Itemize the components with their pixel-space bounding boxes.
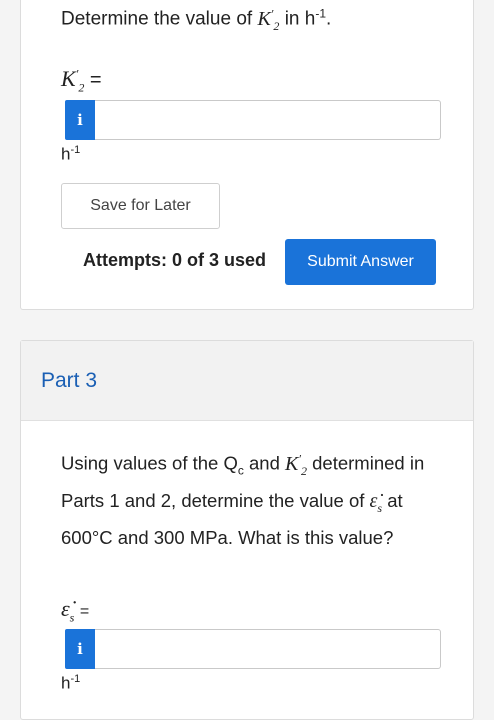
question-end: . (326, 8, 332, 30)
strain-rate-answer-input[interactable] (95, 629, 441, 669)
k2-equation-label: K′2 = (61, 66, 102, 95)
k2-prime-symbol: K′2 (257, 6, 280, 33)
unit-exp: -1 (70, 673, 81, 685)
q-text-b: and (249, 452, 280, 474)
equals-sign: = (89, 69, 102, 91)
part2-card: Determine the value of K′2 in h-1. K′2 =… (20, 0, 474, 310)
q-text-a: Using values of the Q (61, 452, 238, 474)
q-k-base: K (285, 452, 299, 475)
question-exp: -1 (315, 6, 327, 21)
eq-equals: = (79, 603, 90, 620)
info-icon[interactable]: i (65, 100, 95, 140)
part3-card: Part 3 Using values of the Qc and K′2 de… (20, 340, 474, 720)
info-icon[interactable]: i (65, 629, 95, 669)
question-prefix: Determine the value of (61, 8, 253, 30)
unit-label: h-1 (61, 144, 80, 165)
eq-eps: ε̇ (61, 596, 70, 621)
attempts-counter: Attempts: 0 of 3 used (83, 250, 267, 270)
symbol-base: K (257, 7, 271, 30)
eps-equation-label: ε̇s = (61, 596, 89, 625)
unit-exp: -1 (70, 144, 81, 156)
eq-symbol-sub: 2 (78, 80, 85, 95)
eq-symbol-prime: ′ (75, 66, 79, 81)
q-k-sub: 2 (301, 463, 307, 478)
q-k2-symbol: K′2 (285, 451, 307, 478)
q-eps-sub: s (377, 500, 383, 515)
save-for-later-button[interactable]: Save for Later (61, 183, 220, 229)
eq-symbol-base: K (61, 66, 76, 91)
q-eps-symbol: ε̇s (370, 490, 383, 515)
part3-question: Using values of the Qc and K′2 determine… (61, 444, 441, 552)
q-sub-c: c (237, 463, 244, 478)
symbol-sub: 2 (273, 18, 280, 33)
k2-answer-input[interactable] (95, 100, 441, 140)
unit-label: h-1 (61, 673, 80, 694)
part2-question: Determine the value of K′2 in h-1. (61, 0, 331, 39)
submit-answer-button[interactable]: Submit Answer (285, 239, 436, 285)
eq-eps-sub: s (69, 610, 75, 625)
question-in: in h (284, 8, 316, 30)
part3-header: Part 3 (21, 341, 473, 421)
part3-title: Part 3 (41, 369, 98, 392)
